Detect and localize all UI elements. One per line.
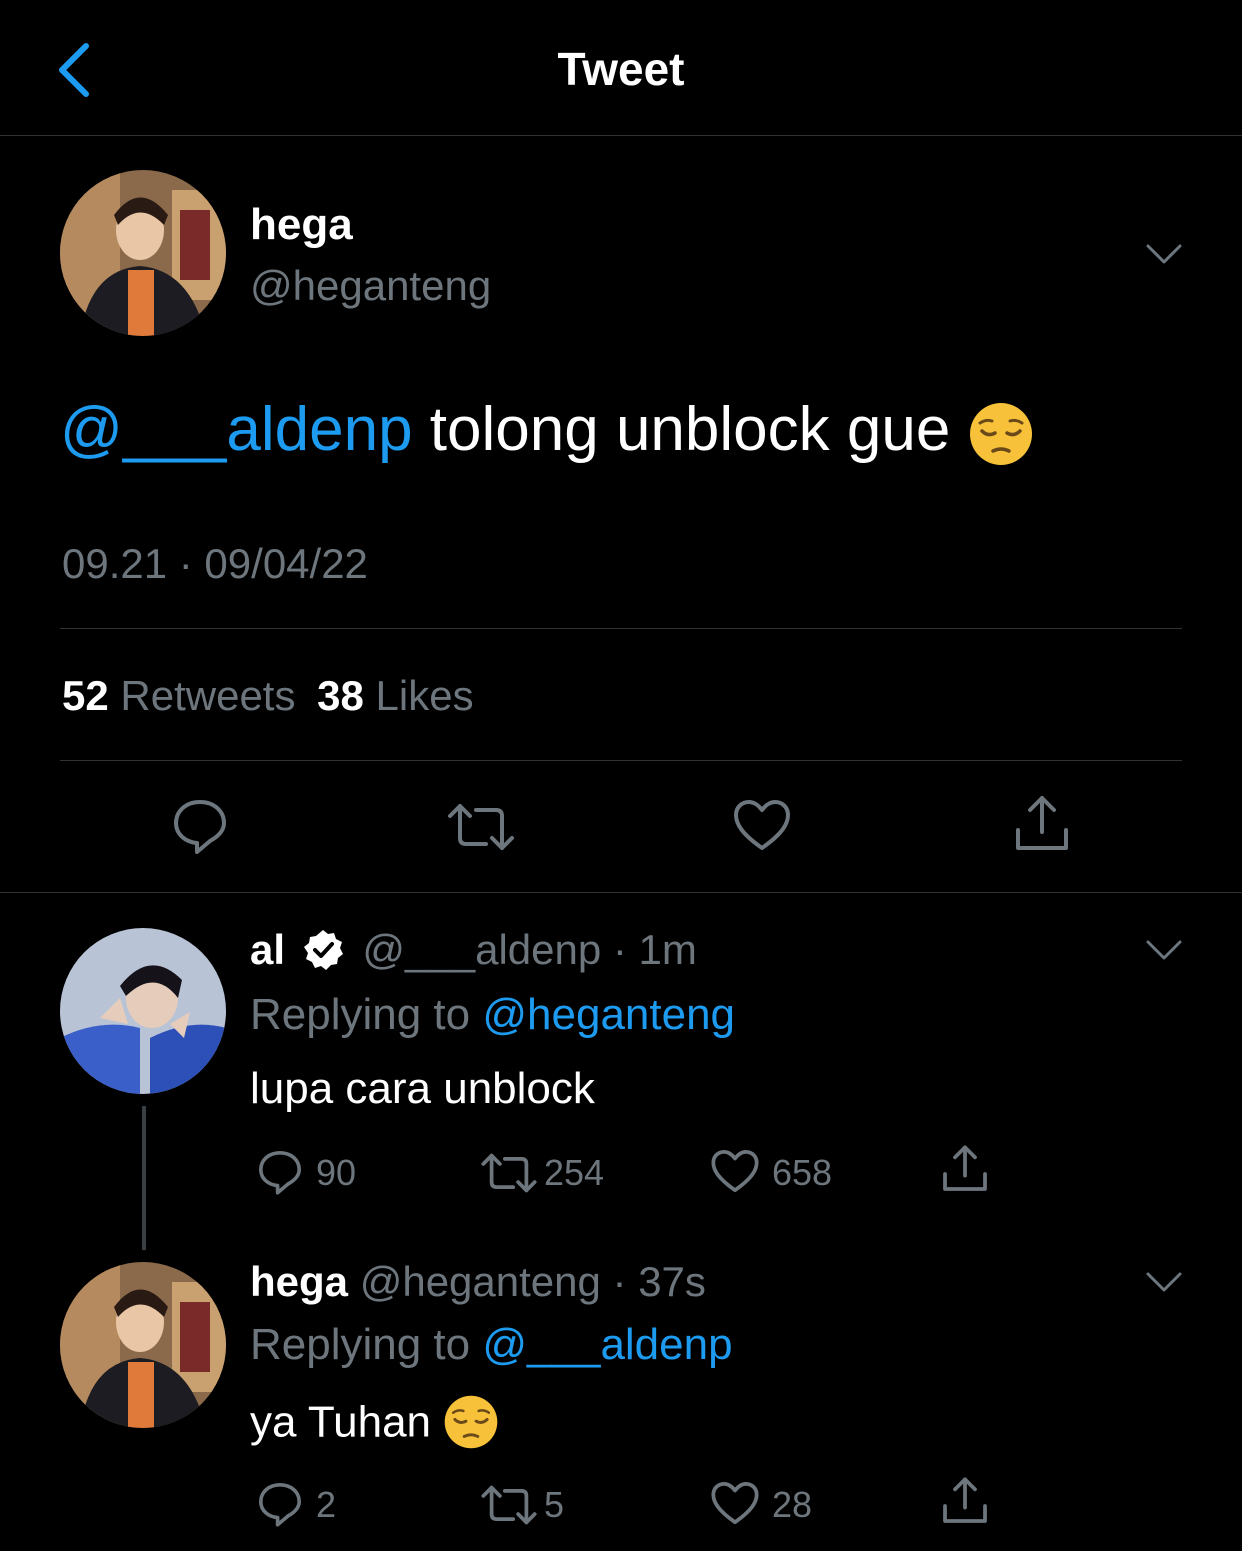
retweet-count: 5 <box>544 1484 565 1525</box>
retweets-count[interactable]: 52 <box>62 672 109 719</box>
replying-to: Replying to @heganteng <box>250 990 735 1040</box>
replying-to: Replying to @___aldenp <box>250 1320 733 1370</box>
replying-to-label: Replying to <box>250 1320 483 1369</box>
retweet-icon[interactable] <box>480 1484 538 1526</box>
reply-author-name[interactable]: hega <box>250 1258 348 1305</box>
tweet-timestamp: 09.21 · 09/04/22 <box>62 540 368 587</box>
reply-header: al @___aldenp · 1m <box>250 926 697 978</box>
retweet-icon[interactable] <box>480 1152 538 1194</box>
like-count: 28 <box>772 1484 813 1525</box>
divider <box>60 760 1182 761</box>
reply-header: hega @heganteng · 37s <box>250 1258 706 1306</box>
avatar-photo-hega <box>60 1262 226 1428</box>
reply-icon[interactable] <box>170 796 230 856</box>
chevron-down-icon[interactable] <box>1144 242 1184 266</box>
share-icon[interactable] <box>940 1144 990 1194</box>
avatar[interactable] <box>60 928 226 1094</box>
avatar-photo-al <box>60 928 226 1094</box>
tweet-text: @___aldenp tolong unblock gue <box>60 394 1034 467</box>
share-icon[interactable] <box>940 1476 990 1526</box>
divider <box>0 892 1242 893</box>
author-handle[interactable]: @heganteng <box>250 262 491 310</box>
reply-handle-time[interactable]: @heganteng · 37s <box>360 1258 706 1305</box>
reply-author-name[interactable]: al <box>250 926 285 973</box>
pensive-face-icon <box>969 402 1032 465</box>
top-bar: Tweet <box>0 0 1242 136</box>
like-icon[interactable] <box>710 1148 760 1194</box>
like-count: 658 <box>772 1152 833 1193</box>
reply-icon[interactable] <box>256 1480 304 1528</box>
retweets-label[interactable]: Retweets <box>120 672 295 719</box>
page-title: Tweet <box>557 43 685 95</box>
verified-badge-icon <box>303 929 343 970</box>
avatar[interactable] <box>60 170 226 336</box>
retweet-count: 254 <box>544 1152 605 1193</box>
pensive-face-icon <box>444 1395 498 1449</box>
like-icon[interactable] <box>710 1480 760 1526</box>
reply-icon[interactable] <box>256 1148 304 1196</box>
reply-count: 90 <box>316 1152 357 1193</box>
reply-text: ya Tuhan <box>250 1394 499 1456</box>
chevron-down-icon[interactable] <box>1144 938 1184 962</box>
avatar[interactable] <box>60 1262 226 1428</box>
replying-to-label: Replying to <box>250 990 483 1039</box>
author-name[interactable]: hega <box>250 200 353 250</box>
avatar-photo-hega <box>60 170 226 336</box>
reply-body: ya Tuhan <box>250 1397 444 1447</box>
likes-count[interactable]: 38 <box>317 672 364 719</box>
likes-label[interactable]: Likes <box>376 672 474 719</box>
mention-link[interactable]: @___aldenp <box>60 395 413 464</box>
share-icon[interactable] <box>1012 794 1072 854</box>
reply-text: lupa cara unblock <box>250 1064 595 1113</box>
reply-handle-time[interactable]: @___aldenp · 1m <box>362 926 697 973</box>
replying-to-link[interactable]: @___aldenp <box>482 1320 732 1369</box>
engagement-stats: 52 Retweets 38 Likes <box>62 672 474 720</box>
tweet-body: tolong unblock gue <box>412 395 968 464</box>
replying-to-link[interactable]: @heganteng <box>482 990 735 1039</box>
chevron-down-icon[interactable] <box>1144 1270 1184 1294</box>
thread-connector <box>142 1106 146 1250</box>
retweet-icon[interactable] <box>446 802 516 852</box>
like-icon[interactable] <box>732 798 792 852</box>
reply-count: 2 <box>316 1484 337 1525</box>
divider <box>60 628 1182 629</box>
